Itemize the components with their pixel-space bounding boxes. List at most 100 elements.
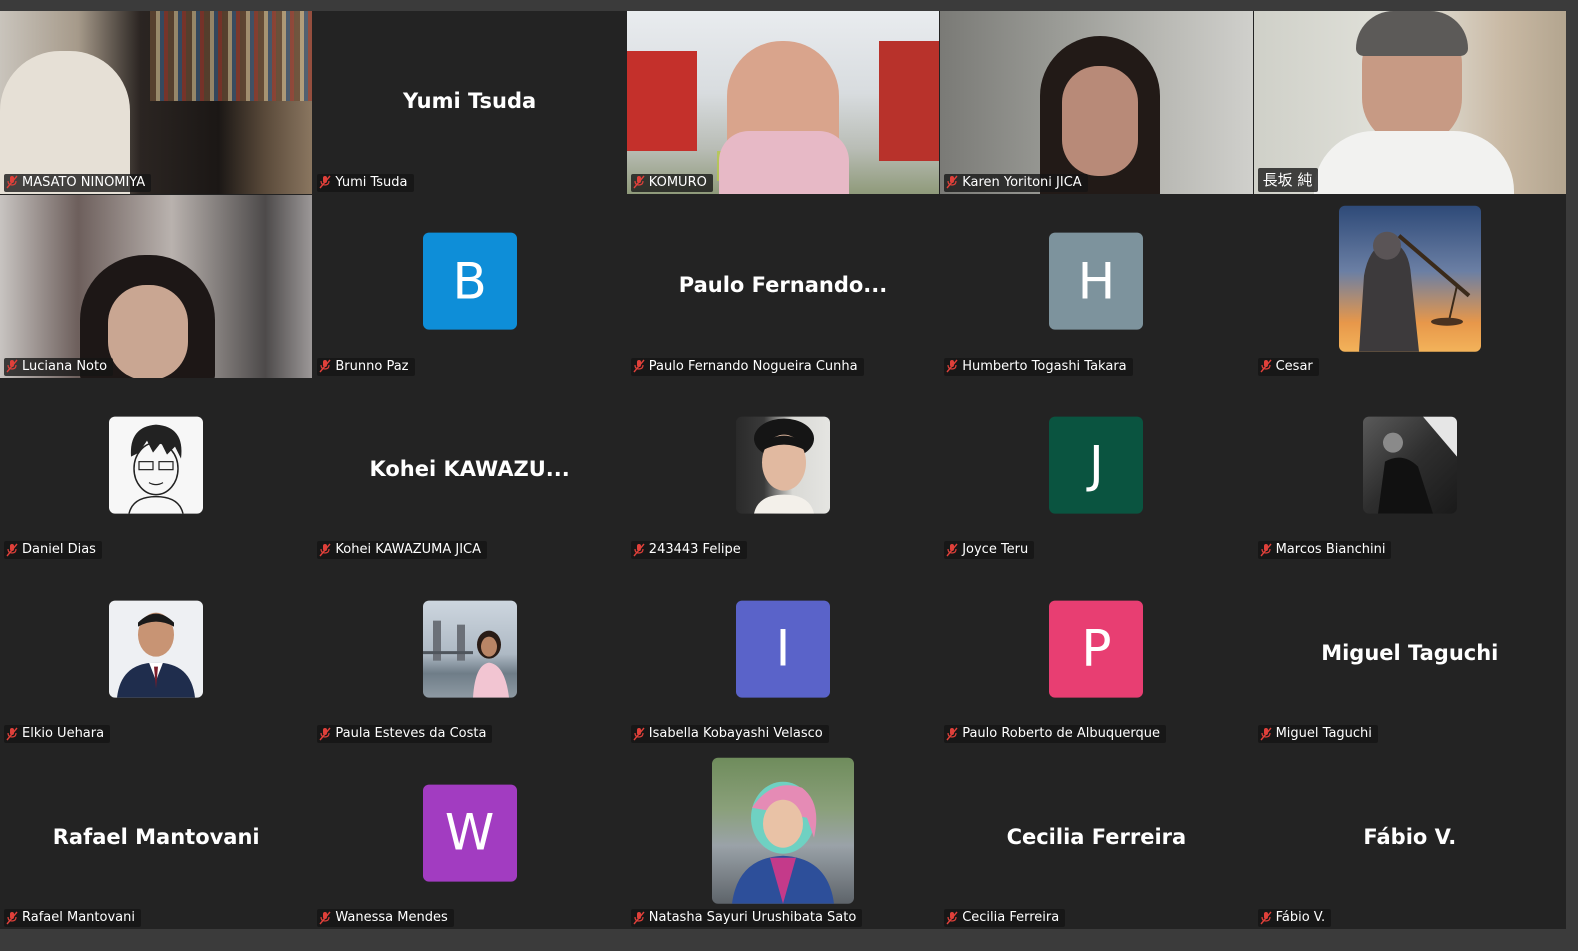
participant-tile[interactable]: I Isabella Kobayashi Velasco (626, 562, 940, 746)
muted-mic-icon (946, 359, 958, 373)
participant-name-label: Cesar (1257, 357, 1319, 376)
video-feed (626, 11, 940, 194)
participant-name-label: Marcos Bianchini (1257, 541, 1392, 560)
participant-name: Isabella Kobayashi Velasco (648, 726, 823, 742)
participant-name: KOMURO (648, 174, 707, 190)
participant-tile[interactable]: Cecilia Ferreira Cecilia Ferreira (940, 746, 1253, 929)
participant-name: Paula Esteves da Costa (335, 726, 487, 742)
participant-name-label: KOMURO (630, 173, 713, 192)
profile-photo-icon (735, 416, 830, 514)
suit-portrait-image (117, 612, 196, 698)
video-feed (940, 11, 1253, 194)
muted-mic-icon (319, 543, 331, 557)
participant-name: Fábio V. (1275, 910, 1326, 925)
video-gallery-grid: MASATO NINOMIYA Yumi Tsuda Yumi Tsuda KO… (0, 11, 1566, 929)
participant-tile[interactable]: Marcos Bianchini (1253, 378, 1566, 562)
participant-name-label: Fábio V. (1257, 909, 1332, 927)
participant-name: Daniel Dias (22, 542, 96, 558)
letter-avatar: W (422, 784, 517, 882)
video-feed (0, 194, 313, 378)
participant-name-label: Luciana Noto (4, 357, 114, 376)
participant-name-label: Paulo Fernando Nogueira Cunha (630, 357, 864, 376)
letter-avatar: B (422, 232, 517, 330)
participant-name: Cecilia Ferreira (962, 910, 1060, 925)
participant-name-label: Yumi Tsuda (317, 173, 414, 192)
participant-tile[interactable]: Paulo Fernando... Paulo Fernando Nogueir… (626, 194, 940, 378)
participant-display-name: Paulo Fernando... (678, 272, 888, 297)
participant-tile[interactable]: 243443 Felipe (626, 378, 940, 562)
muted-mic-icon (1260, 359, 1272, 373)
participant-name-label: Daniel Dias (4, 541, 102, 560)
participant-name-label: Isabella Kobayashi Velasco (630, 725, 829, 744)
muted-mic-icon (633, 727, 645, 741)
muted-mic-icon (633, 911, 645, 924)
colorful-hair-image (731, 781, 834, 904)
video-feed (0, 11, 313, 194)
participant-name: MASATO NINOMIYA (22, 174, 146, 190)
participant-display-name: Yumi Tsuda (402, 89, 537, 114)
participant-name-label: 長坂 純 (1257, 167, 1319, 192)
muted-mic-icon (633, 359, 645, 373)
muted-mic-icon (633, 175, 645, 189)
avatar-letter: W (444, 803, 495, 862)
participant-tile[interactable]: W Wanessa Mendes (313, 746, 626, 929)
muted-mic-icon (1260, 727, 1272, 741)
participant-tile[interactable]: B Brunno Paz (313, 194, 626, 378)
participant-tile[interactable]: J Joyce Teru (940, 378, 1253, 562)
participant-name: Karen Yoritoni JICA (962, 174, 1082, 190)
participant-tile[interactable]: Karen Yoritoni JICA (940, 11, 1253, 194)
participant-name: Elkio Uehara (22, 726, 105, 742)
justice-statue-icon (1338, 205, 1481, 352)
participant-tile[interactable]: Natasha Sayuri Urushibata Sato (626, 746, 940, 929)
participant-tile[interactable]: Fábio V. Fábio V. (1253, 746, 1566, 929)
participant-tile[interactable]: Cesar (1253, 194, 1566, 378)
participant-name: Marcos Bianchini (1275, 542, 1386, 558)
participant-tile[interactable]: Miguel Taguchi Miguel Taguchi (1253, 562, 1566, 746)
participant-tile[interactable]: H Humberto Togashi Takara (940, 194, 1253, 378)
participant-tile[interactable]: Luciana Noto (0, 194, 313, 378)
bridge-photo-image (422, 620, 509, 698)
muted-mic-icon (319, 175, 331, 189)
muted-mic-icon (946, 175, 958, 189)
participant-name: Brunno Paz (335, 358, 409, 374)
participant-name: Miguel Taguchi (1275, 726, 1372, 742)
participant-tile[interactable]: Paula Esteves da Costa (313, 562, 626, 746)
participant-display-name: Kohei KAWAZU... (369, 456, 570, 481)
participant-tile[interactable]: KOMURO (626, 11, 940, 194)
muted-mic-icon (1260, 543, 1272, 557)
participant-name-label: MASATO NINOMIYA (4, 173, 152, 192)
muted-mic-icon (6, 727, 18, 741)
cartoon-avatar-icon (109, 416, 204, 514)
avatar-letter: J (1089, 436, 1104, 495)
muted-mic-icon (946, 727, 958, 741)
participant-name-label: 243443 Felipe (630, 541, 747, 560)
participant-name-label: Paula Esteves da Costa (317, 725, 493, 744)
letter-avatar: I (735, 600, 830, 698)
avatar-letter: I (775, 619, 791, 678)
participant-name: Cesar (1275, 358, 1313, 374)
cartoon-avatar-image (128, 424, 184, 514)
participant-name-label: Rafael Mantovani (4, 909, 141, 927)
participant-tile[interactable]: Elkio Uehara (0, 562, 313, 746)
participant-tile[interactable]: MASATO NINOMIYA (0, 11, 313, 194)
participant-tile[interactable]: Daniel Dias (0, 378, 313, 562)
participant-tile[interactable]: Kohei KAWAZU... Kohei KAWAZUMA JICA (313, 378, 626, 562)
letter-avatar: H (1049, 232, 1144, 330)
participant-name-label: Brunno Paz (317, 357, 415, 376)
muted-mic-icon (946, 911, 958, 924)
participant-name: Joyce Teru (962, 542, 1029, 558)
participant-name-label: Karen Yoritoni JICA (944, 173, 1088, 192)
participant-tile[interactable]: Rafael Mantovani Rafael Mantovani (0, 746, 313, 929)
participant-name: Wanessa Mendes (335, 910, 448, 925)
participant-display-name: Cecilia Ferreira (1006, 824, 1187, 849)
muted-mic-icon (319, 911, 331, 924)
participant-tile[interactable]: Yumi Tsuda Yumi Tsuda (313, 11, 626, 194)
muted-mic-icon (633, 543, 645, 557)
participant-name: Natasha Sayuri Urushibata Sato (648, 910, 857, 925)
active-speaker-tile[interactable]: 長坂 純 (1253, 11, 1566, 194)
dark-figure-image (1377, 416, 1457, 514)
avatar-letter: H (1077, 252, 1116, 311)
participant-tile[interactable]: P Paulo Roberto de Albuquerque (940, 562, 1253, 746)
participant-name-label: Humberto Togashi Takara (944, 357, 1133, 376)
muted-mic-icon (6, 543, 18, 557)
